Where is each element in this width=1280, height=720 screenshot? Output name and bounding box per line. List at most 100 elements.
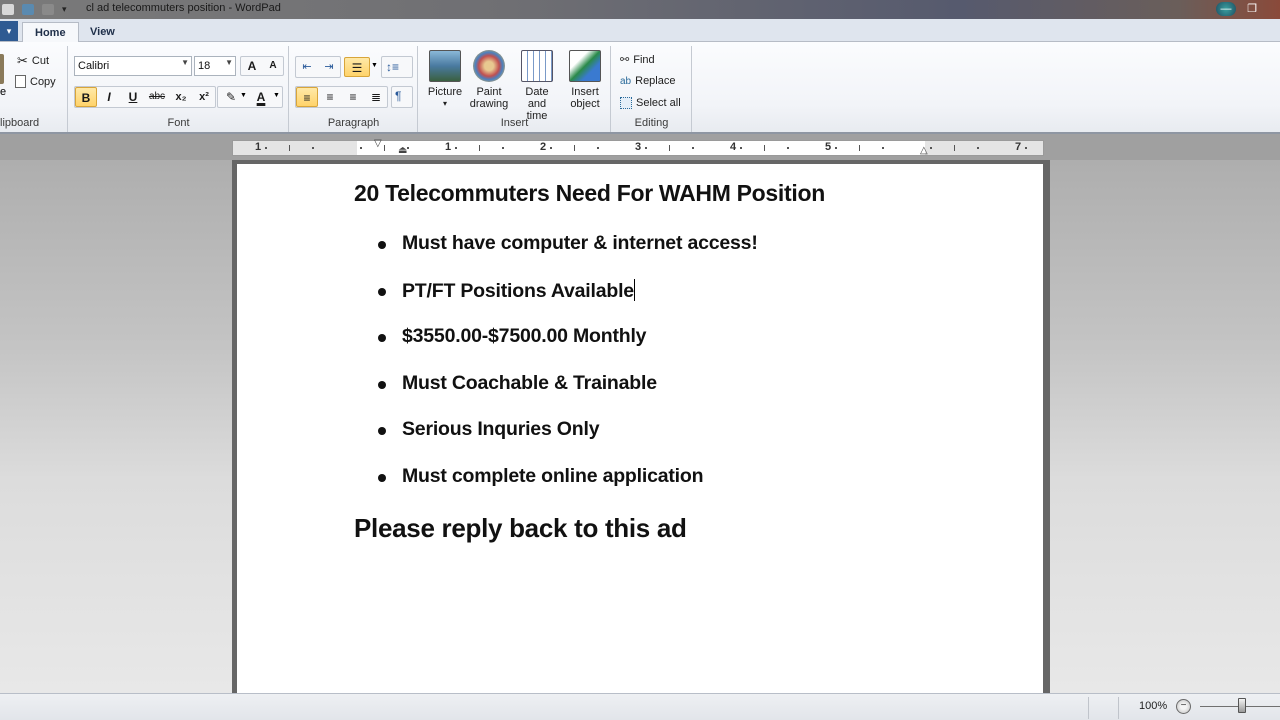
grow-font-button[interactable]: A — [241, 56, 263, 76]
paste-icon[interactable] — [0, 54, 4, 84]
paragraph-settings-button[interactable]: ¶ — [391, 86, 413, 108]
bullet-list-button[interactable]: ☰ — [344, 57, 370, 77]
bullet-icon — [378, 334, 386, 342]
highlight-color-button[interactable]: ✎ — [220, 87, 242, 107]
binoculars-icon: ⚯ — [620, 54, 630, 66]
ruler-tick — [977, 147, 980, 149]
clipboard-group: e ✂ Cut Copy lipboard — [0, 46, 68, 132]
tab-home[interactable]: Home — [22, 22, 79, 43]
bullet-list: Must have computer & internet access! PT… — [378, 232, 758, 511]
ruler-tick — [597, 147, 600, 149]
list-item: Serious Inquries Only — [378, 418, 758, 465]
line-spacing-button[interactable]: ↕≡ — [381, 56, 413, 78]
ruler-tick — [573, 145, 575, 151]
first-line-indent-marker[interactable]: ▽ — [374, 138, 382, 149]
ruler-number: 5 — [825, 141, 832, 153]
font-group-label: Font — [167, 117, 190, 129]
zoom-out-button[interactable]: − — [1176, 699, 1191, 714]
italic-button[interactable]: I — [98, 87, 120, 107]
text-color-button[interactable]: A — [250, 87, 272, 107]
restore-button[interactable]: ❐ — [1242, 2, 1262, 16]
bullet-icon — [378, 287, 386, 296]
insert-picture-button[interactable]: Picture ▾ — [423, 50, 467, 110]
calendar-clock-icon — [521, 50, 553, 82]
zoom-level: 100% — [1139, 700, 1168, 712]
replace-button[interactable]: ab Replace — [620, 75, 675, 87]
save-icon[interactable] — [2, 4, 14, 15]
list-item: Must have computer & internet access! — [378, 232, 758, 279]
superscript-button[interactable]: x² — [193, 87, 215, 107]
ruler-tick — [478, 145, 480, 151]
paste-label[interactable]: e — [0, 86, 6, 98]
underline-button[interactable]: U — [122, 87, 144, 107]
minimize-button[interactable]: — — [1216, 1, 1236, 16]
title-bar: ▾ cl ad telecommuters position - WordPad… — [0, 0, 1280, 19]
document-footer-line: Please reply back to this ad — [354, 513, 687, 543]
align-left-button[interactable]: ≡ — [296, 87, 318, 107]
bold-button[interactable]: B — [75, 87, 97, 107]
chevron-down-icon[interactable]: ▼ — [240, 92, 247, 99]
tab-view[interactable]: View — [78, 22, 127, 43]
decrease-indent-button[interactable]: ⇤ — [296, 57, 318, 77]
strikethrough-button[interactable]: abc — [146, 87, 168, 107]
date-time-button[interactable]: Date and time — [515, 50, 559, 122]
copy-icon — [15, 75, 26, 88]
ruler-tick — [644, 147, 647, 149]
grow-shrink-strip: A A — [240, 56, 284, 76]
cut-button[interactable]: ✂ Cut — [17, 53, 49, 69]
app-menu-button[interactable]: ▾ — [0, 21, 18, 41]
hanging-indent-marker[interactable]: ⏏ — [398, 145, 407, 156]
copy-button[interactable]: Copy — [15, 75, 56, 88]
ruler-tick — [668, 145, 670, 151]
align-center-button[interactable]: ≡ — [319, 87, 341, 107]
chevron-down-icon[interactable]: ▼ — [371, 62, 378, 69]
paint-label-1: Paint — [476, 86, 502, 98]
font-size-value: 18 — [198, 60, 211, 72]
select-all-icon — [620, 97, 632, 109]
insert-object-button[interactable]: Insert object — [563, 50, 607, 110]
replace-icon: ab — [620, 75, 632, 87]
font-family-select[interactable]: Calibri ▼ — [74, 56, 192, 76]
clipboard-group-label: lipboard — [0, 117, 40, 129]
list-item: PT/FT Positions Available — [378, 278, 758, 326]
ribbon: e ✂ Cut Copy lipboard Calibri ▼ 18 ▼ A A… — [0, 42, 1280, 134]
find-label: Find — [633, 53, 655, 66]
redo-icon[interactable] — [42, 4, 54, 15]
replace-label: Replace — [635, 75, 676, 87]
chevron-down-icon: ▾ — [442, 99, 447, 108]
status-bar: 100% − — [0, 693, 1280, 720]
highlighter-icon: ✎ — [225, 90, 237, 104]
ruler-tick — [264, 147, 267, 149]
justify-button[interactable]: ≣ — [365, 87, 387, 107]
paint-drawing-button[interactable]: Paint drawing — [467, 50, 511, 110]
ruler-tick — [882, 147, 885, 149]
status-divider — [1088, 697, 1089, 719]
customize-quick-access-icon[interactable]: ▾ — [62, 4, 67, 15]
bullet-icon — [378, 473, 386, 482]
ruler-tick — [787, 147, 790, 149]
subscript-button[interactable]: x₂ — [170, 87, 192, 107]
chevron-down-icon: ▼ — [225, 58, 233, 67]
editing-group: ⚯ Find ab Replace Select all Editing — [612, 46, 692, 132]
editing-group-label: Editing — [634, 117, 669, 129]
find-button[interactable]: ⚯ Find — [620, 53, 655, 67]
list-icon: ☰ — [351, 61, 363, 75]
shrink-font-button[interactable]: A — [262, 56, 284, 76]
text-cursor — [633, 278, 635, 301]
undo-icon[interactable] — [22, 4, 34, 15]
ruler-tick — [1024, 147, 1027, 149]
select-all-button[interactable]: Select all — [620, 97, 681, 109]
ruler-tick — [454, 147, 457, 149]
ruler-number: 3 — [635, 141, 642, 153]
list-item-text: Must complete online application — [402, 464, 704, 487]
ruler[interactable]: 1 1 2 3 4 5 7 ▽ ⏏ △ — [232, 138, 1044, 156]
ruler-tick — [288, 145, 290, 151]
zoom-slider-thumb[interactable] — [1238, 698, 1246, 713]
increase-indent-button[interactable]: ⇥ — [318, 57, 340, 77]
ruler-tick — [383, 145, 385, 151]
right-indent-marker[interactable]: △ — [920, 145, 928, 156]
chevron-down-icon[interactable]: ▼ — [273, 92, 280, 99]
align-right-button[interactable]: ≡ — [342, 87, 364, 107]
font-size-select[interactable]: 18 ▼ — [194, 56, 236, 76]
list-item-text: PT/FT Positions Available — [402, 279, 634, 302]
